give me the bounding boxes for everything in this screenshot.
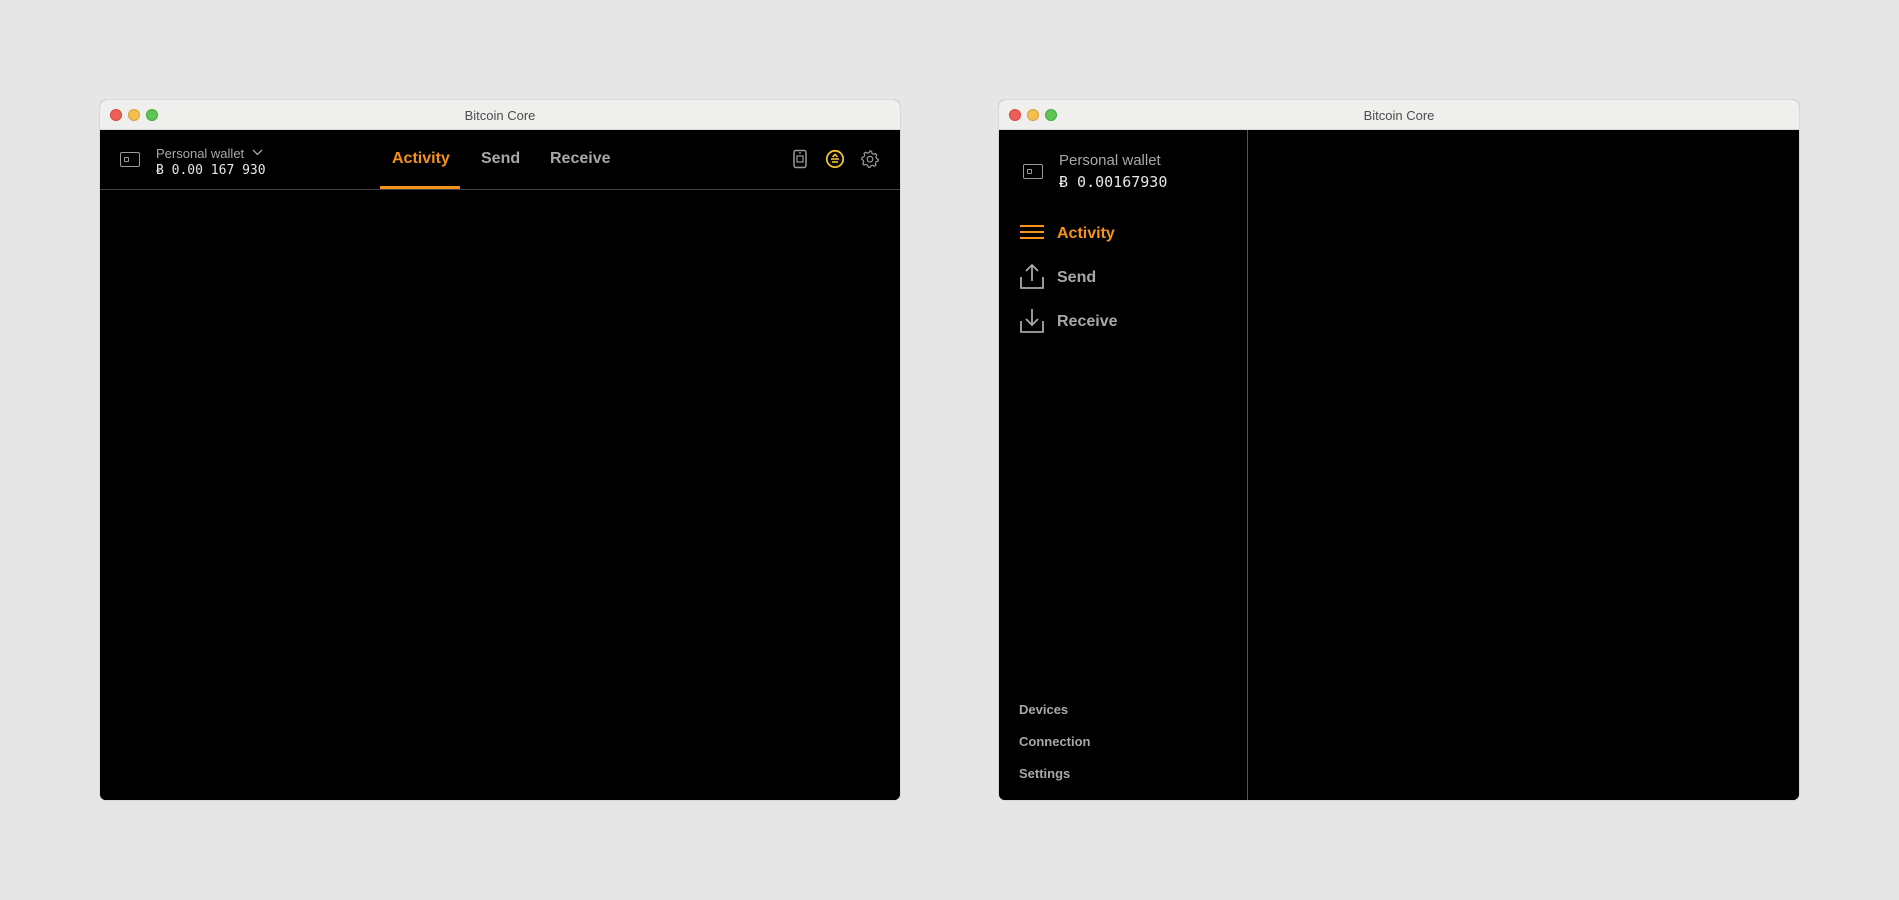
- wallet-balance: Ƀ 0.00 167 930: [156, 163, 266, 178]
- device-icon[interactable]: [792, 149, 808, 174]
- titlebar: Bitcoin Core: [999, 100, 1799, 130]
- window-title: Bitcoin Core: [1363, 108, 1435, 123]
- sidebar-item-label: Send: [1057, 269, 1097, 286]
- wallet-name: Personal wallet: [156, 146, 245, 161]
- top-header: Personal wallet Ƀ 0.00 167 930 Activity …: [100, 130, 900, 190]
- sidebar-item-label: Activity: [1057, 225, 1115, 242]
- content-pane: [1249, 130, 1799, 800]
- active-tab-indicator: [380, 186, 460, 189]
- main-content: Personal wallet Ƀ 0.00 167 930 Activity …: [100, 130, 900, 800]
- sidebar: Personal wallet Ƀ 0.00167930 Activity Se…: [999, 130, 1248, 800]
- send-upload-icon: [1019, 262, 1045, 295]
- sidebar-link-devices[interactable]: Devices: [1019, 702, 1068, 717]
- activity-list-icon: [1019, 218, 1045, 251]
- wallet-icon: [1023, 164, 1043, 179]
- titlebar: Bitcoin Core: [100, 100, 900, 130]
- tab-send[interactable]: Send: [481, 150, 520, 168]
- wallet-window-tabs-layout: Bitcoin Core Personal wallet Ƀ 0.00 167 …: [100, 100, 900, 800]
- network-status-icon[interactable]: [825, 149, 845, 174]
- chevron-down-icon: [252, 144, 263, 159]
- tab-activity[interactable]: Activity: [392, 150, 450, 168]
- wallet-icon: [120, 152, 140, 167]
- gear-icon[interactable]: [860, 149, 880, 174]
- main-content: Personal wallet Ƀ 0.00167930 Activity Se…: [999, 130, 1799, 800]
- sidebar-item-label: Receive: [1057, 313, 1118, 330]
- sidebar-item-receive[interactable]: Receive: [1019, 308, 1118, 336]
- tab-receive[interactable]: Receive: [550, 150, 611, 168]
- receive-download-icon: [1019, 306, 1045, 339]
- sidebar-link-settings[interactable]: Settings: [1019, 766, 1070, 781]
- sidebar-item-activity[interactable]: Activity: [1019, 220, 1115, 248]
- wallet-window-sidebar-layout: Bitcoin Core Personal wallet Ƀ 0.0016793…: [999, 100, 1799, 800]
- window-title: Bitcoin Core: [464, 108, 536, 123]
- sidebar-item-send[interactable]: Send: [1019, 262, 1097, 295]
- sidebar-link-connection[interactable]: Connection: [1019, 734, 1091, 749]
- wallet-balance: Ƀ 0.00167930: [1059, 173, 1168, 191]
- wallet-name: Personal wallet: [1059, 152, 1161, 169]
